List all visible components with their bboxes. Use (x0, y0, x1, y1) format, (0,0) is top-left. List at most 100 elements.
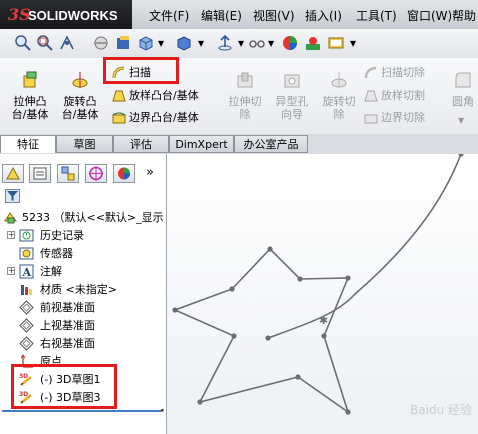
expand-icon[interactable]: + (7, 267, 15, 275)
chevron-down-icon[interactable]: ▼ (458, 116, 464, 125)
extrude-boss-button[interactable]: 拉伸凸 台/基体 (8, 70, 52, 121)
tree-item-label: 传感器 (40, 247, 73, 260)
chevron-down-icon[interactable]: ▼ (198, 39, 204, 48)
sweep-highlight (103, 57, 179, 84)
watermark: Baidu 经验 (410, 403, 472, 417)
chevron-down-icon[interactable]: ▼ (268, 39, 274, 48)
feature-tree-icon (6, 166, 20, 180)
title-bar: 3S SOLIDWORKS 文件(F) 编辑(E) 视图(V) 插入(I) 工具… (0, 0, 478, 30)
menu-view[interactable]: 视图(V) (253, 7, 295, 24)
loft-cut-button[interactable]: 放样切割 (364, 87, 425, 105)
loft-boss-icon (112, 90, 126, 102)
configuration-icon (61, 166, 75, 181)
hole-wizard-button[interactable]: 异型孔 向导 (271, 70, 313, 121)
zoom-area-icon[interactable] (36, 34, 54, 52)
plane-icon (19, 336, 34, 351)
history-icon (19, 229, 34, 242)
sketch-points (172, 154, 464, 415)
display-style-icon[interactable] (175, 34, 193, 52)
revolve-boss-label: 旋转凸 台/基体 (61, 95, 99, 121)
sensor-icon (19, 247, 34, 260)
tree-item-label: 右视基准面 (40, 337, 95, 350)
plane-icon (19, 300, 34, 315)
loft-cut-icon (364, 90, 378, 102)
tab-features[interactable]: 特征 (0, 135, 56, 153)
menu-help[interactable]: 帮助 (452, 7, 476, 24)
graphics-area[interactable]: ✱ Baidu 经验 (167, 154, 478, 434)
standard-views-icon[interactable] (137, 34, 155, 52)
boundary-cut-label: 边界切除 (381, 111, 425, 124)
boundary-cut-button[interactable]: 边界切除 (364, 109, 425, 127)
loft-boss-label: 放样凸台/基体 (129, 89, 199, 102)
chevron-down-icon[interactable]: ▼ (350, 39, 356, 48)
rollback-bar[interactable] (2, 410, 162, 412)
filter-icon[interactable] (5, 189, 20, 203)
sketch-canvas: ✱ (172, 154, 464, 415)
more-tabs-icon[interactable]: » (146, 165, 154, 180)
view-orientation-icon[interactable] (114, 34, 132, 52)
view-settings-icon[interactable] (327, 34, 345, 52)
sweep-cut-button[interactable]: 扫描切除 (364, 64, 425, 82)
tab-sketch[interactable]: 草图 (56, 135, 113, 153)
menu-file[interactable]: 文件(F) (149, 7, 189, 24)
tree-item-label: 上视基准面 (40, 319, 95, 332)
panel-collapse-icon[interactable]: ◂ (160, 406, 164, 414)
menu-edit[interactable]: 编辑(E) (201, 7, 242, 24)
configuration-manager-tab[interactable] (57, 164, 79, 183)
star-sketch-profile[interactable] (172, 247, 350, 415)
fillet-label: 圆角 (452, 95, 474, 108)
menu-tools[interactable]: 工具(T) (356, 7, 397, 24)
tree-root-label: 5233 （默认<<默认>_显示 (22, 211, 164, 224)
panel-tab-bar: » (0, 162, 166, 184)
expand-icon[interactable]: + (7, 231, 15, 239)
tab-evaluate[interactable]: 评估 (113, 135, 169, 153)
fillet-button[interactable]: 圆角 (448, 70, 478, 108)
dimxpert-manager-tab[interactable] (85, 164, 107, 183)
tab-dimxpert[interactable]: DimXpert (169, 135, 234, 153)
view-toolbar: ▼ ▼ ▼ ▼ ▼ (0, 29, 478, 59)
tree-item-label: 前视基准面 (40, 301, 95, 314)
section-view-icon[interactable] (92, 34, 110, 52)
sketch-items-highlight (11, 364, 117, 409)
zoom-to-fit-icon[interactable] (14, 34, 32, 52)
chevron-down-icon[interactable]: ▼ (238, 39, 244, 48)
tab-office-products[interactable]: 办公室产品 (234, 135, 308, 153)
feature-manager-panel: » 5233 （默认<<默认>_显示 + 历史记录 传感器 + A 注解 材质 … (0, 154, 167, 434)
command-tabs: 特征 草图 评估 DimXpert 办公室产品 (0, 134, 478, 155)
loft-cut-label: 放样切割 (381, 89, 425, 102)
previous-view-icon[interactable] (58, 34, 76, 52)
extrude-boss-label: 拉伸凸 台/基体 (11, 95, 49, 121)
display-manager-tab[interactable] (113, 164, 135, 183)
scene-icon[interactable] (304, 34, 322, 52)
app-name: SOLIDWORKS (28, 8, 118, 23)
part-icon (4, 212, 17, 224)
boundary-boss-icon (112, 112, 126, 124)
hide-show-items-icon[interactable] (216, 34, 234, 52)
revolve-boss-button[interactable]: 旋转凸 台/基体 (58, 70, 102, 121)
feature-tree-tab[interactable] (2, 164, 24, 183)
menu-insert[interactable]: 插入(I) (305, 7, 342, 24)
property-manager-tab[interactable] (29, 164, 51, 183)
solidworks-logo[interactable]: 3S SOLIDWORKS (0, 0, 132, 29)
plane-icon (19, 318, 34, 333)
property-manager-icon (33, 167, 47, 180)
extrude-cut-button[interactable]: 拉伸切 除 (224, 70, 266, 121)
revolve-cut-button[interactable]: 旋转切 除 (318, 70, 360, 121)
loft-boss-button[interactable]: 放样凸台/基体 (112, 87, 199, 105)
chevron-down-icon[interactable]: ▼ (158, 39, 164, 48)
sweep-path-curve[interactable] (267, 154, 462, 339)
hole-wizard-icon (284, 74, 300, 88)
revolve-boss-icon (72, 72, 88, 88)
sweep-cut-label: 扫描切除 (381, 66, 425, 79)
extrude-boss-icon (23, 71, 37, 88)
revolve-cut-icon (331, 72, 347, 88)
tree-item-label: 历史记录 (40, 229, 84, 242)
extrude-cut-label: 拉伸切 除 (228, 95, 262, 121)
boundary-boss-button[interactable]: 边界凸台/基体 (112, 109, 199, 127)
menu-window[interactable]: 窗口(W) (407, 7, 452, 24)
display-manager-icon (118, 167, 130, 180)
hole-wizard-label: 异型孔 向导 (275, 95, 309, 121)
boundary-cut-icon (364, 114, 378, 124)
appearance-icon[interactable] (281, 34, 299, 52)
glasses-icon[interactable] (248, 34, 266, 52)
